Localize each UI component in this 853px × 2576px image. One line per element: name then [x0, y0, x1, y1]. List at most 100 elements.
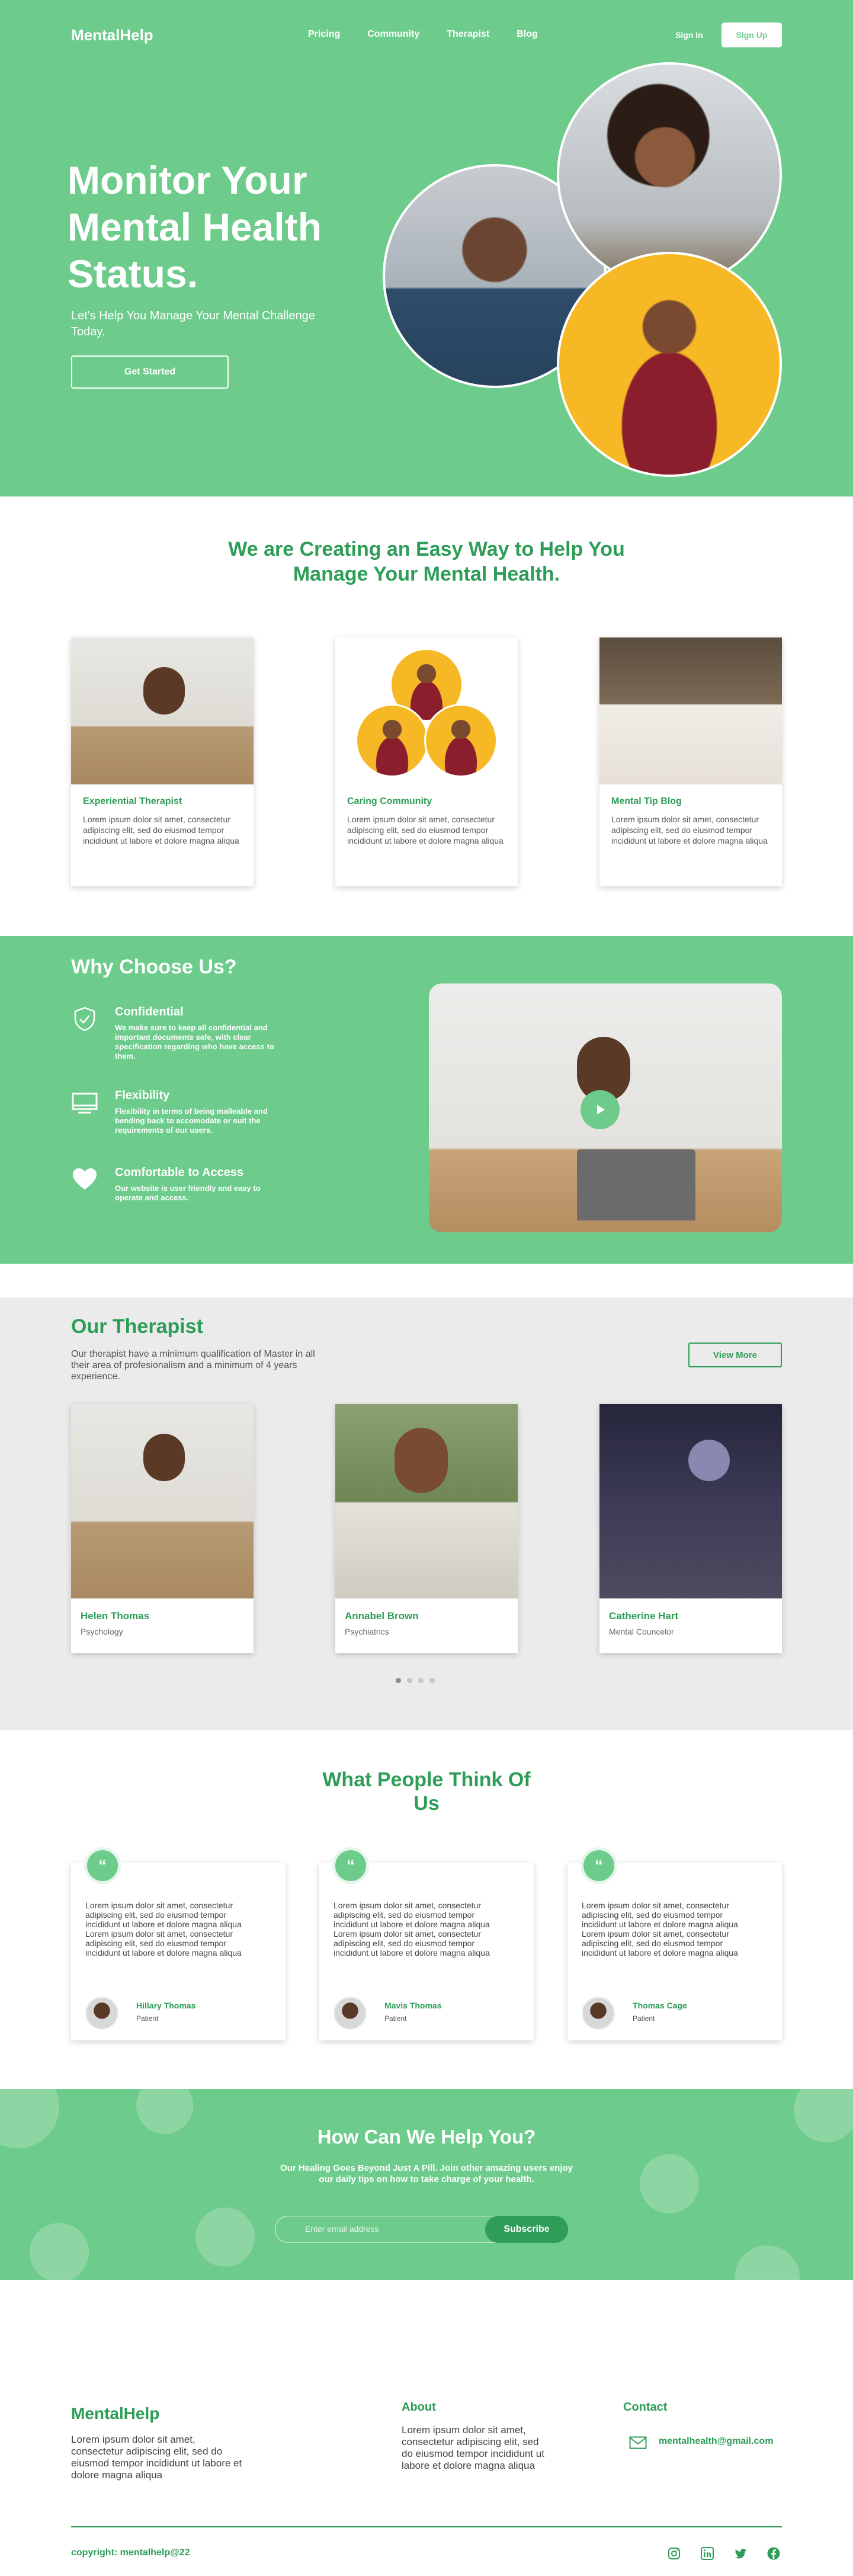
therapist-card[interactable]: Catherine Hart Mental Councelor — [599, 1404, 782, 1653]
shield-check-icon — [74, 1007, 95, 1031]
avatar — [333, 1997, 367, 2030]
quote-icon: “ — [84, 1847, 121, 1884]
therapist-photo — [71, 1404, 254, 1598]
therapist-role: Mental Councelor — [609, 1627, 674, 1636]
hero-photo-woman-celebrating — [557, 252, 782, 477]
decorative-bubble — [640, 2154, 699, 2213]
testimonial-card: “ Lorem ipsum dolor sit amet, consectetu… — [319, 1847, 534, 2040]
testimonial-text: Lorem ipsum dolor sit amet, consectetur … — [582, 1901, 738, 1957]
nav-links: Pricing Community Therapist Blog — [308, 29, 538, 40]
newsletter-form: Subscribe — [275, 2216, 568, 2243]
hero-section: MentalHelp Pricing Community Therapist B… — [0, 0, 853, 496]
footer-text: Lorem ipsum dolor sit amet, consectetur … — [71, 2434, 242, 2481]
feature-card-blog[interactable]: Mental Tip Blog Lorem ipsum dolor sit am… — [599, 637, 782, 886]
hero-subtitle: Let's Help You Manage Your Mental Challe… — [71, 309, 315, 338]
facebook-icon[interactable] — [767, 2546, 781, 2561]
nav-link-therapist[interactable]: Therapist — [447, 29, 489, 40]
avatar — [582, 1997, 615, 2030]
why-item-text: We make sure to keep all confidential an… — [115, 1023, 274, 1060]
nav-logo[interactable]: MentalHelp — [71, 26, 153, 44]
copyright-text: copyright: mentalhelp@22 — [71, 2548, 190, 2558]
footer-logo[interactable]: MentalHelp — [71, 2404, 159, 2423]
subscribe-button[interactable]: Subscribe — [485, 2216, 568, 2243]
email-input[interactable] — [305, 2224, 453, 2234]
why-video[interactable] — [429, 983, 782, 1232]
testimonials-heading: What People Think Of Us — [322, 1768, 531, 1815]
decorative-bubble — [30, 2223, 89, 2280]
testimonial-name: Mavis Thomas — [384, 2001, 442, 2010]
heart-icon — [73, 1168, 97, 1190]
view-more-button[interactable]: View More — [688, 1343, 782, 1367]
carousel-dot[interactable] — [418, 1678, 424, 1683]
avatar — [85, 1997, 118, 2030]
testimonial-role: Patient — [136, 2014, 159, 2023]
therapist-photo — [335, 1404, 518, 1598]
carousel-dots — [396, 1678, 435, 1683]
therapist-name: Annabel Brown — [345, 1610, 419, 1622]
testimonial-card: “ Lorem ipsum dolor sit amet, consectetu… — [71, 1847, 286, 2040]
testimonial-card: “ Lorem ipsum dolor sit amet, consectetu… — [567, 1847, 782, 2040]
mail-icon — [629, 2436, 647, 2449]
sign-in-link[interactable]: Sign In — [675, 30, 703, 40]
testimonial-role: Patient — [633, 2014, 655, 2023]
newsletter-title: How Can We Help You? — [317, 2126, 536, 2148]
feature-image-blog — [599, 637, 782, 784]
feature-image-community — [335, 637, 518, 784]
feature-title: Experiential Therapist — [83, 796, 182, 806]
quote-icon: “ — [581, 1847, 617, 1884]
feature-text: Lorem ipsum dolor sit amet, consectetur … — [611, 815, 768, 845]
hero-title: Monitor Your Mental Health Status. — [68, 158, 322, 296]
carousel-dot[interactable] — [396, 1678, 401, 1683]
sign-up-button[interactable]: Sign Up — [721, 23, 782, 47]
why-item-comfortable: Comfortable to Access Our website is use… — [71, 1166, 284, 1213]
footer-about-heading: About — [402, 2401, 436, 2414]
why-item-title: Comfortable to Access — [115, 1166, 244, 1179]
feature-text: Lorem ipsum dolor sit amet, consectetur … — [347, 815, 504, 845]
newsletter-section: How Can We Help You? Our Healing Goes Be… — [0, 2089, 853, 2280]
carousel-dot[interactable] — [407, 1678, 412, 1683]
therapist-name: Catherine Hart — [609, 1610, 679, 1622]
instagram-icon[interactable] — [667, 2546, 681, 2561]
quote-icon: “ — [332, 1847, 369, 1884]
why-title: Why Choose Us? — [71, 956, 237, 978]
community-avatar — [424, 704, 498, 777]
feature-card-community[interactable]: Caring Community Lorem ipsum dolor sit a… — [335, 637, 518, 886]
carousel-dot[interactable] — [429, 1678, 435, 1683]
twitter-icon[interactable] — [733, 2546, 748, 2561]
why-choose-section: Why Choose Us? Confidential We make sure… — [0, 936, 853, 1264]
nav-link-pricing[interactable]: Pricing — [308, 29, 340, 40]
testimonial-role: Patient — [384, 2014, 407, 2023]
feature-card-therapist[interactable]: Experiential Therapist Lorem ipsum dolor… — [71, 637, 254, 886]
why-item-title: Flexibility — [115, 1089, 170, 1102]
feature-image-therapist — [71, 637, 254, 784]
feature-title: Caring Community — [347, 796, 432, 806]
therapist-card[interactable]: Annabel Brown Psychiatrics — [335, 1404, 518, 1653]
footer-contact-heading: Contact — [623, 2401, 668, 2414]
why-item-flexibility: Flexibility Flexibility in terms of bein… — [71, 1089, 284, 1142]
get-started-button[interactable]: Get Started — [71, 355, 229, 389]
therapist-card[interactable]: Helen Thomas Psychology — [71, 1404, 254, 1653]
play-icon — [597, 1105, 605, 1114]
testimonial-name: Thomas Cage — [633, 2001, 687, 2010]
community-avatar — [355, 704, 429, 777]
features-heading: We are Creating an Easy Way to Help You … — [228, 538, 625, 585]
nav-link-community[interactable]: Community — [367, 29, 419, 40]
monitor-icon — [72, 1092, 98, 1114]
therapist-description: Our therapist have a minimum qualificati… — [71, 1349, 315, 1382]
why-item-title: Confidential — [115, 1005, 184, 1018]
feature-title: Mental Tip Blog — [611, 796, 682, 806]
therapist-role: Psychology — [81, 1627, 123, 1636]
linkedin-icon[interactable] — [700, 2546, 714, 2561]
decorative-bubble — [735, 2245, 800, 2280]
footer-about-text: Lorem ipsum dolor sit amet, consectetur … — [402, 2424, 544, 2471]
nav-link-blog[interactable]: Blog — [517, 29, 538, 40]
footer-email-link[interactable]: mentalhealth@gmail.com — [659, 2436, 773, 2447]
decorative-bubble — [195, 2207, 255, 2267]
play-button[interactable] — [581, 1090, 620, 1129]
newsletter-subtitle: Our Healing Goes Beyond Just A Pill. Joi… — [280, 2163, 573, 2184]
therapist-role: Psychiatrics — [345, 1627, 389, 1636]
therapist-section: Our Therapist Our therapist have a minim… — [0, 1297, 853, 1730]
footer-divider — [71, 2526, 782, 2527]
why-item-confidential: Confidential We make sure to keep all co… — [71, 1005, 284, 1065]
page: MentalHelp Pricing Community Therapist B… — [0, 0, 853, 2576]
